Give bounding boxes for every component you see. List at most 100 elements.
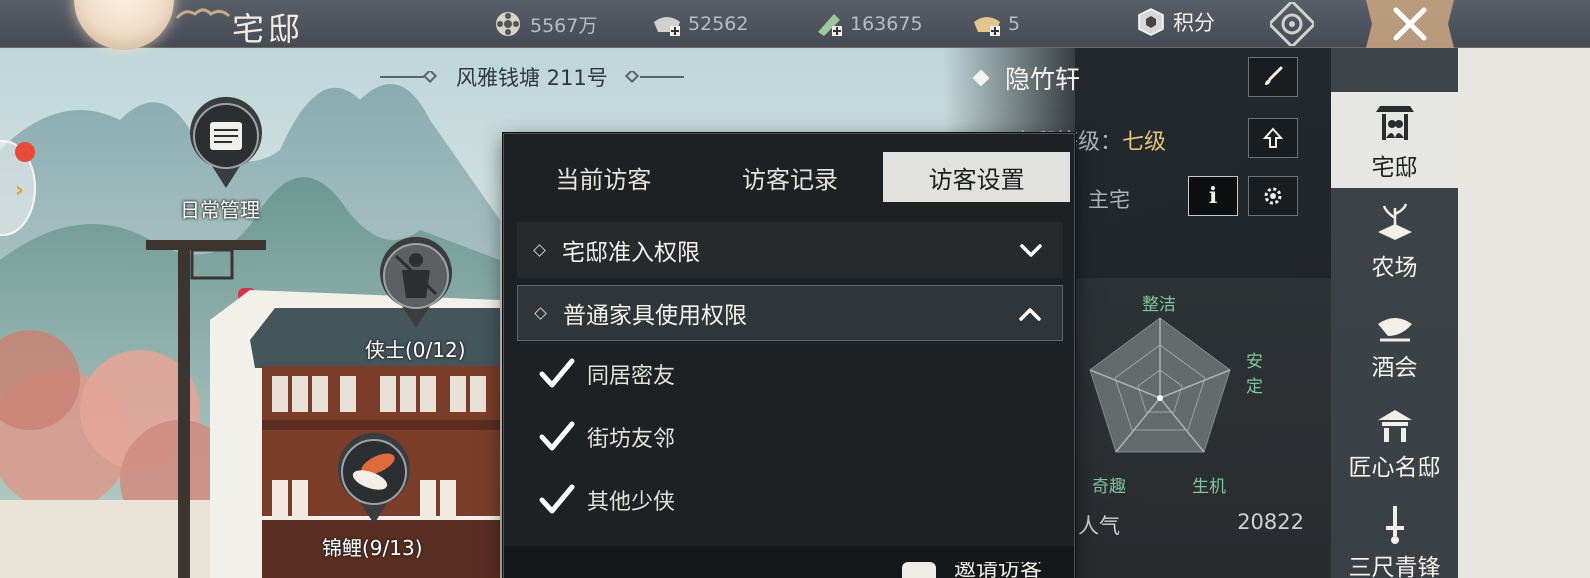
resource-currency[interactable]: 5567万 bbox=[494, 9, 597, 39]
option-neighbors[interactable]: 街坊友邻 bbox=[539, 421, 675, 453]
points-label: 积分 bbox=[1173, 11, 1215, 35]
tab-current-visitors[interactable]: 当前访客 bbox=[510, 152, 697, 202]
nav-label: 三尺青锋 bbox=[1348, 555, 1441, 578]
option-cohabit-friends[interactable]: 同居密友 bbox=[539, 358, 675, 390]
arrow-up-icon bbox=[1262, 127, 1284, 148]
nav-item-sword[interactable]: 三尺青锋 bbox=[1331, 492, 1458, 578]
moon-emblem bbox=[74, 0, 174, 50]
option-label: 街坊友邻 bbox=[587, 427, 676, 452]
radar-label-bottom-right: 生机 bbox=[1192, 477, 1226, 497]
nav-item-famous-homes[interactable]: 匠心名邸 bbox=[1331, 392, 1458, 488]
visitor-popup: 当前访客 访客记录 访客设置 宅邸准入权限 普通家具使用权限 同居密友 街坊友邻… bbox=[503, 133, 1075, 578]
film-reel-icon bbox=[494, 10, 522, 38]
chevron-down-icon bbox=[1020, 244, 1042, 257]
nav-item-farm[interactable]: 农场 bbox=[1331, 192, 1458, 288]
section-estate-access[interactable]: 宅邸准入权限 bbox=[517, 222, 1063, 278]
settings-button[interactable] bbox=[1248, 176, 1298, 216]
address-row: 风雅钱塘 211号 bbox=[380, 62, 684, 92]
upgrade-button[interactable] bbox=[1248, 118, 1298, 158]
section-title: 普通家具使用权限 bbox=[563, 303, 747, 329]
nav-label: 酒会 bbox=[1371, 355, 1418, 381]
person-icon bbox=[902, 562, 936, 578]
sword-icon bbox=[1385, 506, 1404, 544]
invite-label: 邀请访客 bbox=[954, 562, 1043, 578]
stat-label: 人气 bbox=[1078, 514, 1120, 538]
gear-icon bbox=[1264, 187, 1282, 205]
silver-ingot-plus-icon bbox=[652, 10, 680, 38]
option-other-players[interactable]: 其他少侠 bbox=[539, 484, 675, 516]
invite-visitor-button[interactable]: 邀请访客 bbox=[902, 562, 1042, 578]
pin-label: 锦鲤(9/13) bbox=[322, 536, 423, 560]
tab-visitor-log[interactable]: 访客记录 bbox=[697, 152, 884, 202]
checkbox-checked-icon bbox=[539, 358, 575, 388]
pin-swordsman[interactable] bbox=[376, 236, 456, 332]
pin-label: 侠士(0/12) bbox=[365, 338, 466, 362]
scroll-icon bbox=[190, 96, 262, 188]
diamond-icon bbox=[972, 69, 990, 87]
points-shield-icon bbox=[1138, 8, 1164, 36]
house-people-icon bbox=[1375, 106, 1414, 140]
section-furniture-access[interactable]: 普通家具使用权限 bbox=[517, 285, 1063, 341]
popularity-row: 人气 20822 bbox=[1078, 510, 1304, 540]
option-label: 其他少侠 bbox=[587, 490, 676, 515]
house-name-row: 隐竹轩 bbox=[972, 60, 1081, 96]
checkbox-checked-icon bbox=[539, 484, 575, 514]
close-button[interactable] bbox=[1366, 0, 1454, 48]
nav-label: 农场 bbox=[1371, 255, 1418, 281]
section-title: 宅邸准入权限 bbox=[562, 240, 700, 266]
resource-value: 52562 bbox=[688, 13, 749, 35]
radar-label-bottom-left: 奇趣 bbox=[1092, 477, 1126, 497]
checkbox-checked-icon bbox=[539, 421, 575, 451]
nav-item-estate[interactable]: 宅邸 bbox=[1331, 92, 1458, 188]
notification-dot bbox=[15, 142, 35, 162]
brush-icon bbox=[1265, 66, 1283, 85]
pin-koi[interactable] bbox=[334, 432, 414, 528]
farm-sprout-icon bbox=[1377, 203, 1412, 240]
resource-value: 163675 bbox=[850, 13, 923, 35]
jade-ticket-plus-icon bbox=[814, 10, 842, 38]
gold-ingot-plus-icon bbox=[972, 10, 1000, 38]
points-button[interactable]: 积分 bbox=[1137, 7, 1215, 37]
spiral-emblem-icon[interactable] bbox=[1267, 0, 1317, 49]
stat-value: 20822 bbox=[1237, 510, 1304, 534]
diamond-bullet-icon bbox=[534, 306, 547, 320]
swordsman-icon bbox=[380, 236, 452, 328]
right-ornament-icon bbox=[624, 71, 684, 83]
resource-value: 5567万 bbox=[530, 14, 598, 37]
rename-button[interactable] bbox=[1248, 57, 1298, 97]
left-ornament-icon bbox=[380, 71, 438, 83]
visitor-tabs: 当前访客 访客记录 访客设置 bbox=[510, 152, 1071, 202]
level-value: 七级 bbox=[1122, 130, 1167, 155]
house-name: 隐竹轩 bbox=[1005, 65, 1081, 94]
radar-label-top: 整洁 bbox=[1142, 295, 1176, 315]
tab-visitor-settings[interactable]: 访客设置 bbox=[883, 152, 1071, 202]
address-label: 风雅钱塘 211号 bbox=[456, 66, 608, 90]
resource-gold[interactable]: 5 bbox=[972, 9, 1020, 39]
diamond-bullet-icon bbox=[533, 243, 546, 257]
resource-silver[interactable]: 52562 bbox=[652, 9, 748, 39]
chevron-right-icon: › bbox=[14, 178, 24, 203]
chevron-up-icon bbox=[1019, 308, 1041, 321]
page-title: 宅邸 bbox=[232, 10, 305, 48]
house-type: 主宅 bbox=[1088, 188, 1130, 212]
koi-fish-icon bbox=[338, 432, 410, 524]
cloud-ornament-icon bbox=[175, 4, 231, 29]
top-bar: 宅邸 5567万 52562 163675 5 积分 bbox=[0, 0, 1590, 50]
wine-cup-icon bbox=[1377, 318, 1412, 342]
resource-value: 5 bbox=[1008, 13, 1021, 35]
info-icon: i bbox=[1208, 183, 1218, 209]
pavilion-icon bbox=[1377, 410, 1412, 442]
resource-jade[interactable]: 163675 bbox=[814, 9, 923, 39]
close-icon bbox=[1366, 0, 1454, 48]
radar-label-right: 安定 bbox=[1246, 352, 1263, 397]
popup-footer: 邀请访客 bbox=[504, 546, 1074, 578]
nav-label: 匠心名邸 bbox=[1348, 455, 1441, 481]
nav-item-banquet[interactable]: 酒会 bbox=[1331, 292, 1458, 388]
estate-radar-chart bbox=[1089, 317, 1231, 453]
nav-label: 宅邸 bbox=[1371, 155, 1418, 181]
pin-daily-management[interactable] bbox=[186, 96, 266, 192]
info-button[interactable]: i bbox=[1188, 176, 1238, 216]
right-nav-edge bbox=[1458, 48, 1590, 578]
option-label: 同居密友 bbox=[587, 364, 676, 389]
pin-label: 日常管理 bbox=[180, 198, 260, 222]
